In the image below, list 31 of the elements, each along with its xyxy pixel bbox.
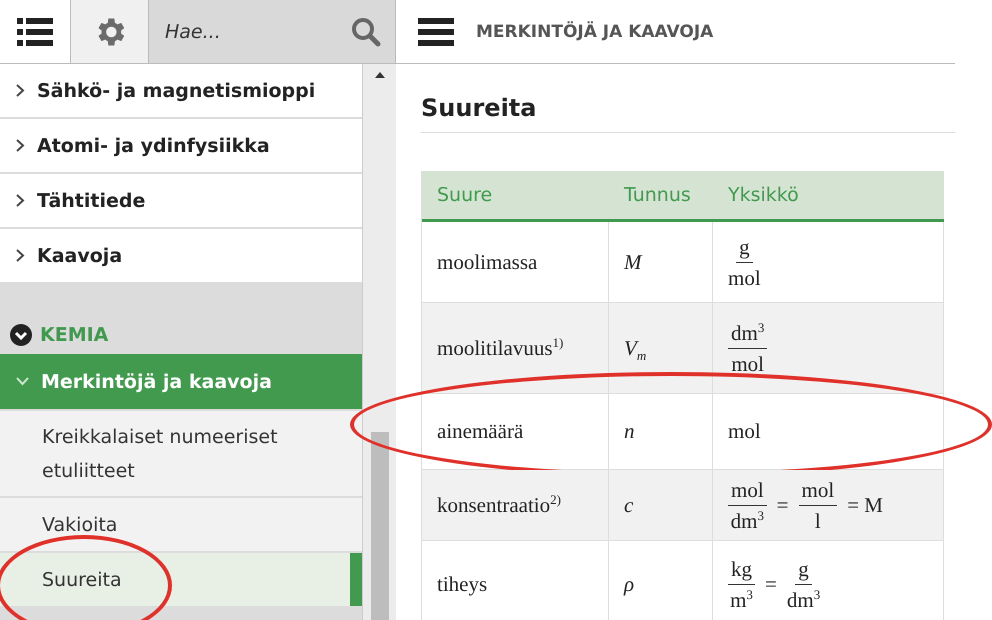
unit-text: = bbox=[776, 492, 789, 518]
fraction: kg m$^{3}$ bbox=[728, 554, 755, 614]
fraction: g mol bbox=[728, 232, 761, 292]
sidebar-group[interactable]: Merkintöjä ja kaavoja bbox=[0, 354, 362, 409]
table-cell: c bbox=[609, 470, 713, 541]
table-cell: moolitilavuus$^{1)}$ bbox=[422, 303, 609, 394]
sidebar-item[interactable]: Sähkö- ja magnetismioppi bbox=[0, 64, 362, 117]
table-cell: M bbox=[609, 222, 713, 303]
table-cell: n bbox=[609, 394, 713, 470]
page-title: MERKINTÖJÄ JA KAAVOJA bbox=[476, 22, 714, 42]
sidebar-item[interactable]: Tähtitiede bbox=[0, 174, 362, 227]
table-cell: konsentraatio$^{2)}$ bbox=[422, 470, 609, 541]
column-header: Tunnus bbox=[609, 171, 713, 222]
table-cell: V$_{m}$ bbox=[609, 303, 713, 394]
fraction: mol dm$^{3}$ bbox=[728, 474, 767, 536]
table-cell: moolimassa bbox=[422, 222, 609, 303]
fraction: mol l bbox=[798, 474, 838, 536]
sidebar-subitem[interactable]: Suureita bbox=[0, 553, 362, 606]
sidebar-item[interactable]: Kaavoja bbox=[0, 229, 362, 282]
unit-text: = M bbox=[847, 492, 883, 518]
unit-text: = bbox=[765, 572, 777, 596]
sidebar-item[interactable]: Atomi- ja ydinfysiikka bbox=[0, 119, 362, 172]
sidebar-subitem[interactable]: Vakioita bbox=[0, 498, 362, 551]
column-header: Yksikkö bbox=[713, 171, 944, 222]
unit-text: mol bbox=[728, 419, 761, 444]
fraction: g dm$^{3}$ bbox=[786, 554, 820, 614]
column-header: Suure bbox=[422, 171, 609, 222]
sidebar-subitem[interactable]: Kreikkalaiset numeeriset etuliitteet bbox=[0, 411, 362, 496]
section-heading: Suureita bbox=[421, 90, 955, 133]
table-cell: ainemäärä bbox=[422, 394, 609, 470]
fraction: dm$^{3}$ mol bbox=[728, 318, 768, 378]
